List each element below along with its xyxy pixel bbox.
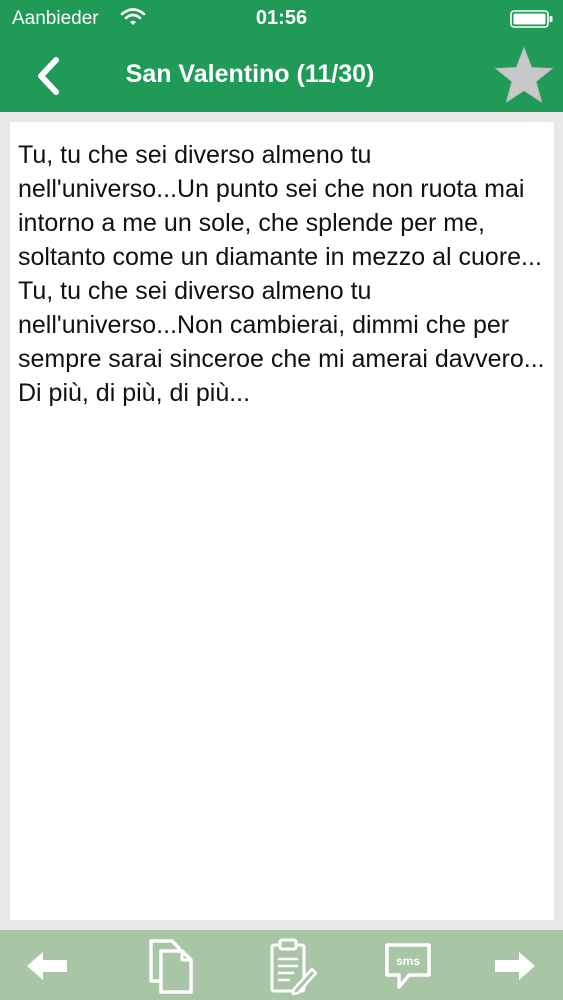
bottom-toolbar: sms <box>0 930 563 1000</box>
copy-button[interactable] <box>136 936 206 996</box>
arrow-right-icon <box>495 952 535 980</box>
favorite-button[interactable] <box>494 46 554 104</box>
clipboard-edit-icon <box>270 938 318 995</box>
sms-button[interactable]: sms <box>373 936 443 996</box>
battery-icon <box>510 9 554 35</box>
message-card: Tu, tu che sei diverso almeno tu nell'un… <box>10 122 554 920</box>
clipboard-edit-button[interactable] <box>258 936 328 996</box>
page-title: San Valentino (11/30) <box>125 60 375 88</box>
header: Aanbieder 01:56 San Valentino (11/30) <box>0 0 563 112</box>
previous-button[interactable] <box>12 936 82 996</box>
message-text: Tu, tu che sei diverso almeno tu nell'un… <box>18 141 545 407</box>
arrow-left-icon <box>27 952 67 980</box>
sms-icon: sms <box>385 943 431 989</box>
copy-icon <box>149 939 193 994</box>
status-time: 01:56 <box>255 7 308 29</box>
navigation-bar: San Valentino (11/30) <box>0 36 563 112</box>
sms-label: sms <box>396 954 420 968</box>
next-button[interactable] <box>480 936 550 996</box>
status-bar: Aanbieder 01:56 <box>0 0 563 36</box>
star-icon <box>494 46 554 104</box>
